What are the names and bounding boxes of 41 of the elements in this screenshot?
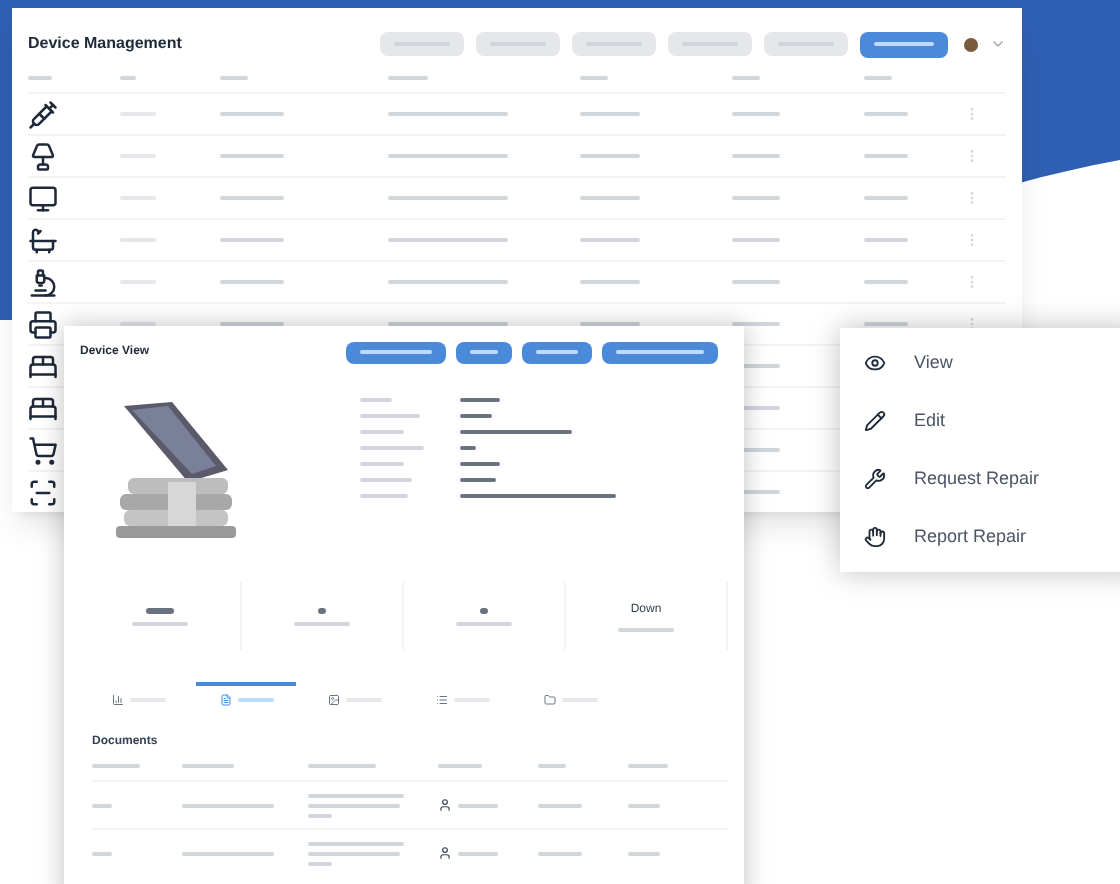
primary-button[interactable] — [860, 31, 948, 57]
chart-icon — [111, 694, 123, 706]
syringe-icon — [28, 99, 58, 129]
user-icon — [438, 846, 452, 860]
folder-icon — [543, 694, 555, 706]
toolbar-button[interactable] — [380, 32, 464, 56]
hand-icon — [864, 526, 886, 548]
blurred-text — [480, 607, 488, 613]
microscope-icon — [28, 267, 58, 297]
wrench-icon — [864, 468, 886, 490]
action-button[interactable] — [602, 341, 718, 363]
cart-icon — [28, 435, 58, 465]
list-icon — [435, 694, 447, 706]
menu-item[interactable]: Report Repair — [864, 517, 1120, 557]
window-title: Device Management — [28, 32, 184, 56]
avatar-icon[interactable] — [964, 37, 978, 51]
toolbar-button[interactable] — [572, 32, 656, 56]
eye-icon — [864, 352, 886, 374]
toolbar-button[interactable] — [476, 32, 560, 56]
menu-item[interactable]: Request Repair — [864, 459, 1120, 499]
menu-item[interactable]: Edit — [864, 401, 1120, 441]
monitor-icon — [28, 183, 58, 213]
printer-icon — [28, 309, 58, 339]
menu-item[interactable]: View — [864, 343, 1120, 383]
user-icon — [438, 798, 452, 812]
bath-icon — [28, 225, 58, 255]
bed-icon — [28, 351, 58, 381]
pencil-icon — [864, 410, 886, 432]
blurred-text — [318, 607, 326, 613]
toolbar-button[interactable] — [668, 32, 752, 56]
lamp-icon — [28, 141, 58, 171]
document-icon — [219, 694, 231, 706]
toolbar-button[interactable] — [764, 32, 848, 56]
blurred-text — [146, 607, 174, 613]
action-button[interactable] — [346, 341, 446, 363]
action-button[interactable] — [456, 341, 512, 363]
bed-icon — [28, 393, 58, 423]
action-button[interactable] — [522, 341, 592, 363]
image-icon — [327, 694, 339, 706]
scanner-icon — [28, 477, 58, 507]
caret-icon[interactable] — [990, 36, 1006, 52]
